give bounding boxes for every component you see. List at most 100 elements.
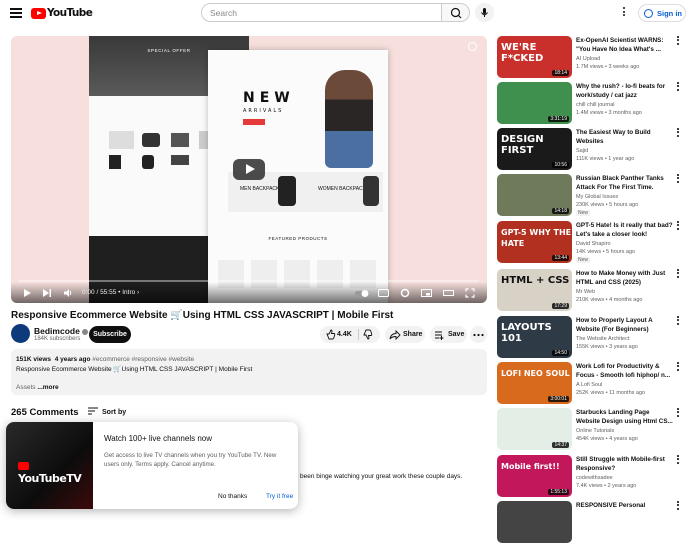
related-video-item[interactable]: 14:18 Russian Black Panther Tanks Attack … [497,174,682,216]
like-count[interactable]: 4.4K [337,331,352,338]
related-video-item[interactable]: HTML + CSS 17:29 How to Make Money with Ju… [497,269,682,311]
more-vert-icon[interactable] [677,501,680,512]
thumbnail-text: DESIGN FIRST [501,134,544,156]
related-video-title[interactable]: How to Properly Layout A Website (For Be… [576,316,674,334]
more-vert-icon[interactable] [677,36,680,47]
video-player[interactable]: SPECIAL OFFER NEW ARRIVALS MEN BACKPACK … [11,36,487,303]
related-video-title[interactable]: Why the rush? - lo-fi beats for work/stu… [576,82,674,100]
voice-search-button[interactable] [475,3,494,22]
video-thumbnail[interactable]: LOFI NEO SOUL 3:00:01 [497,362,572,404]
youtube-logo[interactable]: YouTube [31,7,93,19]
video-thumbnail[interactable]: HTML + CSS 17:29 [497,269,572,311]
play-icon[interactable] [233,159,265,180]
related-video-channel[interactable]: David Shapiro [576,241,611,247]
settings-icon[interactable] [400,288,410,298]
new-badge: New [576,210,591,216]
duration-badge: 18:14 [552,70,569,76]
channel-name[interactable]: Bedimcode [34,326,88,336]
more-vert-icon[interactable] [677,174,680,185]
show-more-link[interactable]: ...more [37,384,58,391]
related-video-channel[interactable]: Online Tutorials [576,428,614,434]
related-video-channel[interactable]: chill chill journal [576,102,615,108]
video-thumbnail[interactable]: 14:37 [497,408,572,450]
thumbnail-text: HTML + CSS [501,275,570,286]
related-video-title[interactable]: Ex-OpenAI Scientist WARNS: "You Have No … [576,36,674,54]
time-display: 0:00 / 55:55 • Intro › [82,289,140,296]
video-thumbnail[interactable]: WE'RE F*CKED 18:14 [497,36,572,78]
menu-icon[interactable] [10,8,22,18]
volume-icon[interactable] [63,288,73,298]
related-video-channel[interactable]: Sajid [576,148,588,154]
sort-by-button[interactable]: Sort by [88,407,126,416]
search-button[interactable] [441,3,470,22]
video-thumbnail[interactable]: GPT-5 WHY THE HATE 13:44 [497,221,572,263]
more-vert-icon[interactable] [677,362,680,373]
more-vert-icon[interactable] [677,408,680,419]
more-actions-button[interactable] [470,326,487,343]
more-vert-icon[interactable] [677,82,680,93]
channel-avatar[interactable] [11,324,30,343]
related-video-item[interactable]: 3:31:19 Why the rush? - lo-fi beats for w… [497,82,682,124]
related-video-title[interactable]: Russian Black Panther Tanks Attack For T… [576,174,674,192]
related-video-item[interactable]: RESPONSIVE Personal [497,501,682,543]
search-input[interactable]: Search [201,3,442,22]
fullscreen-icon[interactable] [465,288,475,298]
video-thumbnail[interactable]: 3:31:19 [497,82,572,124]
view-count: 151K views [16,356,52,363]
play-button-icon[interactable] [22,288,32,298]
sign-in-label: Sign in [657,8,682,18]
description-box[interactable]: 151K views 4 years ago #ecommerce #respo… [11,349,487,395]
related-video-item[interactable]: WE'RE F*CKED 18:14 Ex-OpenAI Scientist WAR… [497,36,682,78]
related-video-channel[interactable]: AI Upload [576,56,600,62]
related-video-channel[interactable]: codewithsadee [576,475,613,481]
related-video-item[interactable]: DESIGN FIRST 10:56 The Easiest Way to Buil… [497,128,682,170]
dislike-icon[interactable] [359,326,377,343]
video-thumbnail[interactable]: DESIGN FIRST 10:56 [497,128,572,170]
next-icon[interactable] [42,288,52,298]
miniplayer-icon[interactable] [421,288,432,298]
related-video-item[interactable]: Mobile first!! 1:55:13 Still Struggle with… [497,455,682,497]
related-video-title[interactable]: Still Struggle with Mobile-first Respons… [576,455,674,473]
subscribe-button[interactable]: Subscribe [89,326,131,343]
share-label: Share [403,331,423,338]
duration-badge: 3:31:19 [548,116,569,122]
related-video-channel[interactable]: The Website Architect [576,336,629,342]
save-button[interactable]: Save [430,326,467,343]
related-video-title[interactable]: Starbucks Landing Page Website Design us… [576,408,674,426]
related-video-title[interactable]: Work Lofi for Productivity & Focus - Smo… [576,362,674,380]
video-thumbnail[interactable]: 14:18 [497,174,572,216]
more-vert-icon[interactable] [677,269,680,280]
theater-mode-icon[interactable] [443,288,454,298]
no-thanks-button[interactable]: No thanks [218,493,247,500]
video-thumbnail[interactable]: Mobile first!! 1:55:13 [497,455,572,497]
men-backpack-label: MEN BACKPACK [240,186,280,192]
progress-bar[interactable] [19,280,479,282]
thumbnail-text: GPT-5 WHY THE HATE [501,228,572,248]
related-video-title[interactable]: RESPONSIVE Personal [576,501,674,510]
video-thumbnail[interactable]: LAYOUTS 101 14:50 [497,316,572,358]
related-video-title[interactable]: The Easiest Way to Build Websites [576,128,674,146]
info-icon[interactable] [468,42,477,51]
related-video-channel[interactable]: My Global Issues [576,194,618,200]
related-video-item[interactable]: LAYOUTS 101 14:50 How to Properly Layout A… [497,316,682,358]
hashtags[interactable]: #ecommerce #responsive #website [92,356,194,363]
video-thumbnail[interactable] [497,501,572,543]
more-vert-icon[interactable] [677,455,680,466]
related-video-item[interactable]: GPT-5 WHY THE HATE 13:44 GPT-5 Hate! Is it… [497,221,682,263]
captions-icon[interactable] [378,288,389,298]
autoplay-toggle-icon[interactable] [354,288,370,298]
related-video-item[interactable]: LOFI NEO SOUL 3:00:01 Work Lofi for Produc… [497,362,682,404]
related-video-item[interactable]: 14:37 Starbucks Landing Page Website Desi… [497,408,682,450]
related-video-title[interactable]: How to Make Money with Just HTML and CSS… [576,269,674,287]
more-vert-icon[interactable] [677,128,680,139]
settings-menu-icon[interactable] [619,6,629,20]
youtube-tv-logo: YouTubeTV [18,459,93,485]
sign-in-button[interactable]: Sign in [638,4,686,22]
share-button[interactable]: Share [385,326,425,343]
related-video-title[interactable]: GPT-5 Hate! Is it really that bad? Let's… [576,221,674,239]
more-vert-icon[interactable] [677,316,680,327]
related-video-channel[interactable]: A Lofi Soul [576,382,602,388]
try-it-free-button[interactable]: Try it free [266,493,293,500]
related-video-channel[interactable]: Mr Web [576,289,595,295]
more-vert-icon[interactable] [677,221,680,232]
